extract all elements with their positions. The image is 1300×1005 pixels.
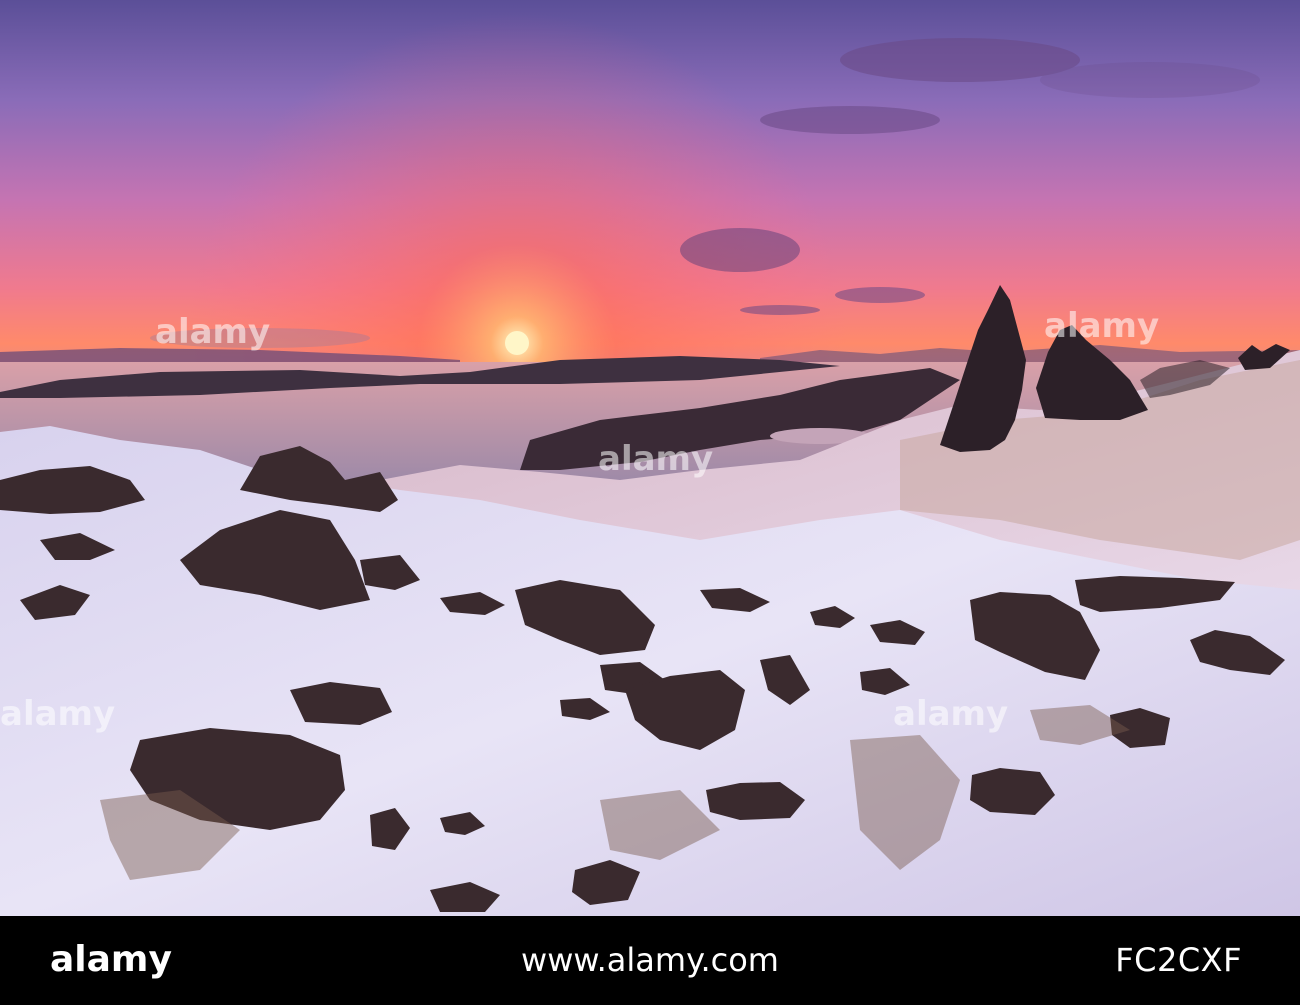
footer-url: www.alamy.com: [521, 941, 779, 979]
landscape-photo: alamy alamy alamy alamy alamy: [0, 0, 1300, 916]
sun: [505, 331, 529, 355]
watermark-text: alamy: [0, 694, 115, 734]
watermark-text: alamy: [1044, 306, 1159, 346]
watermark-text: alamy: [893, 694, 1008, 734]
watermark-text: alamy: [598, 439, 713, 479]
watermark-text: alamy: [155, 312, 270, 352]
image-id: FC2CXF: [1115, 941, 1242, 979]
photo-page: alamy alamy alamy alamy alamy alamy www.…: [0, 0, 1300, 1005]
landscape-illustration: alamy alamy alamy alamy alamy: [0, 0, 1300, 916]
